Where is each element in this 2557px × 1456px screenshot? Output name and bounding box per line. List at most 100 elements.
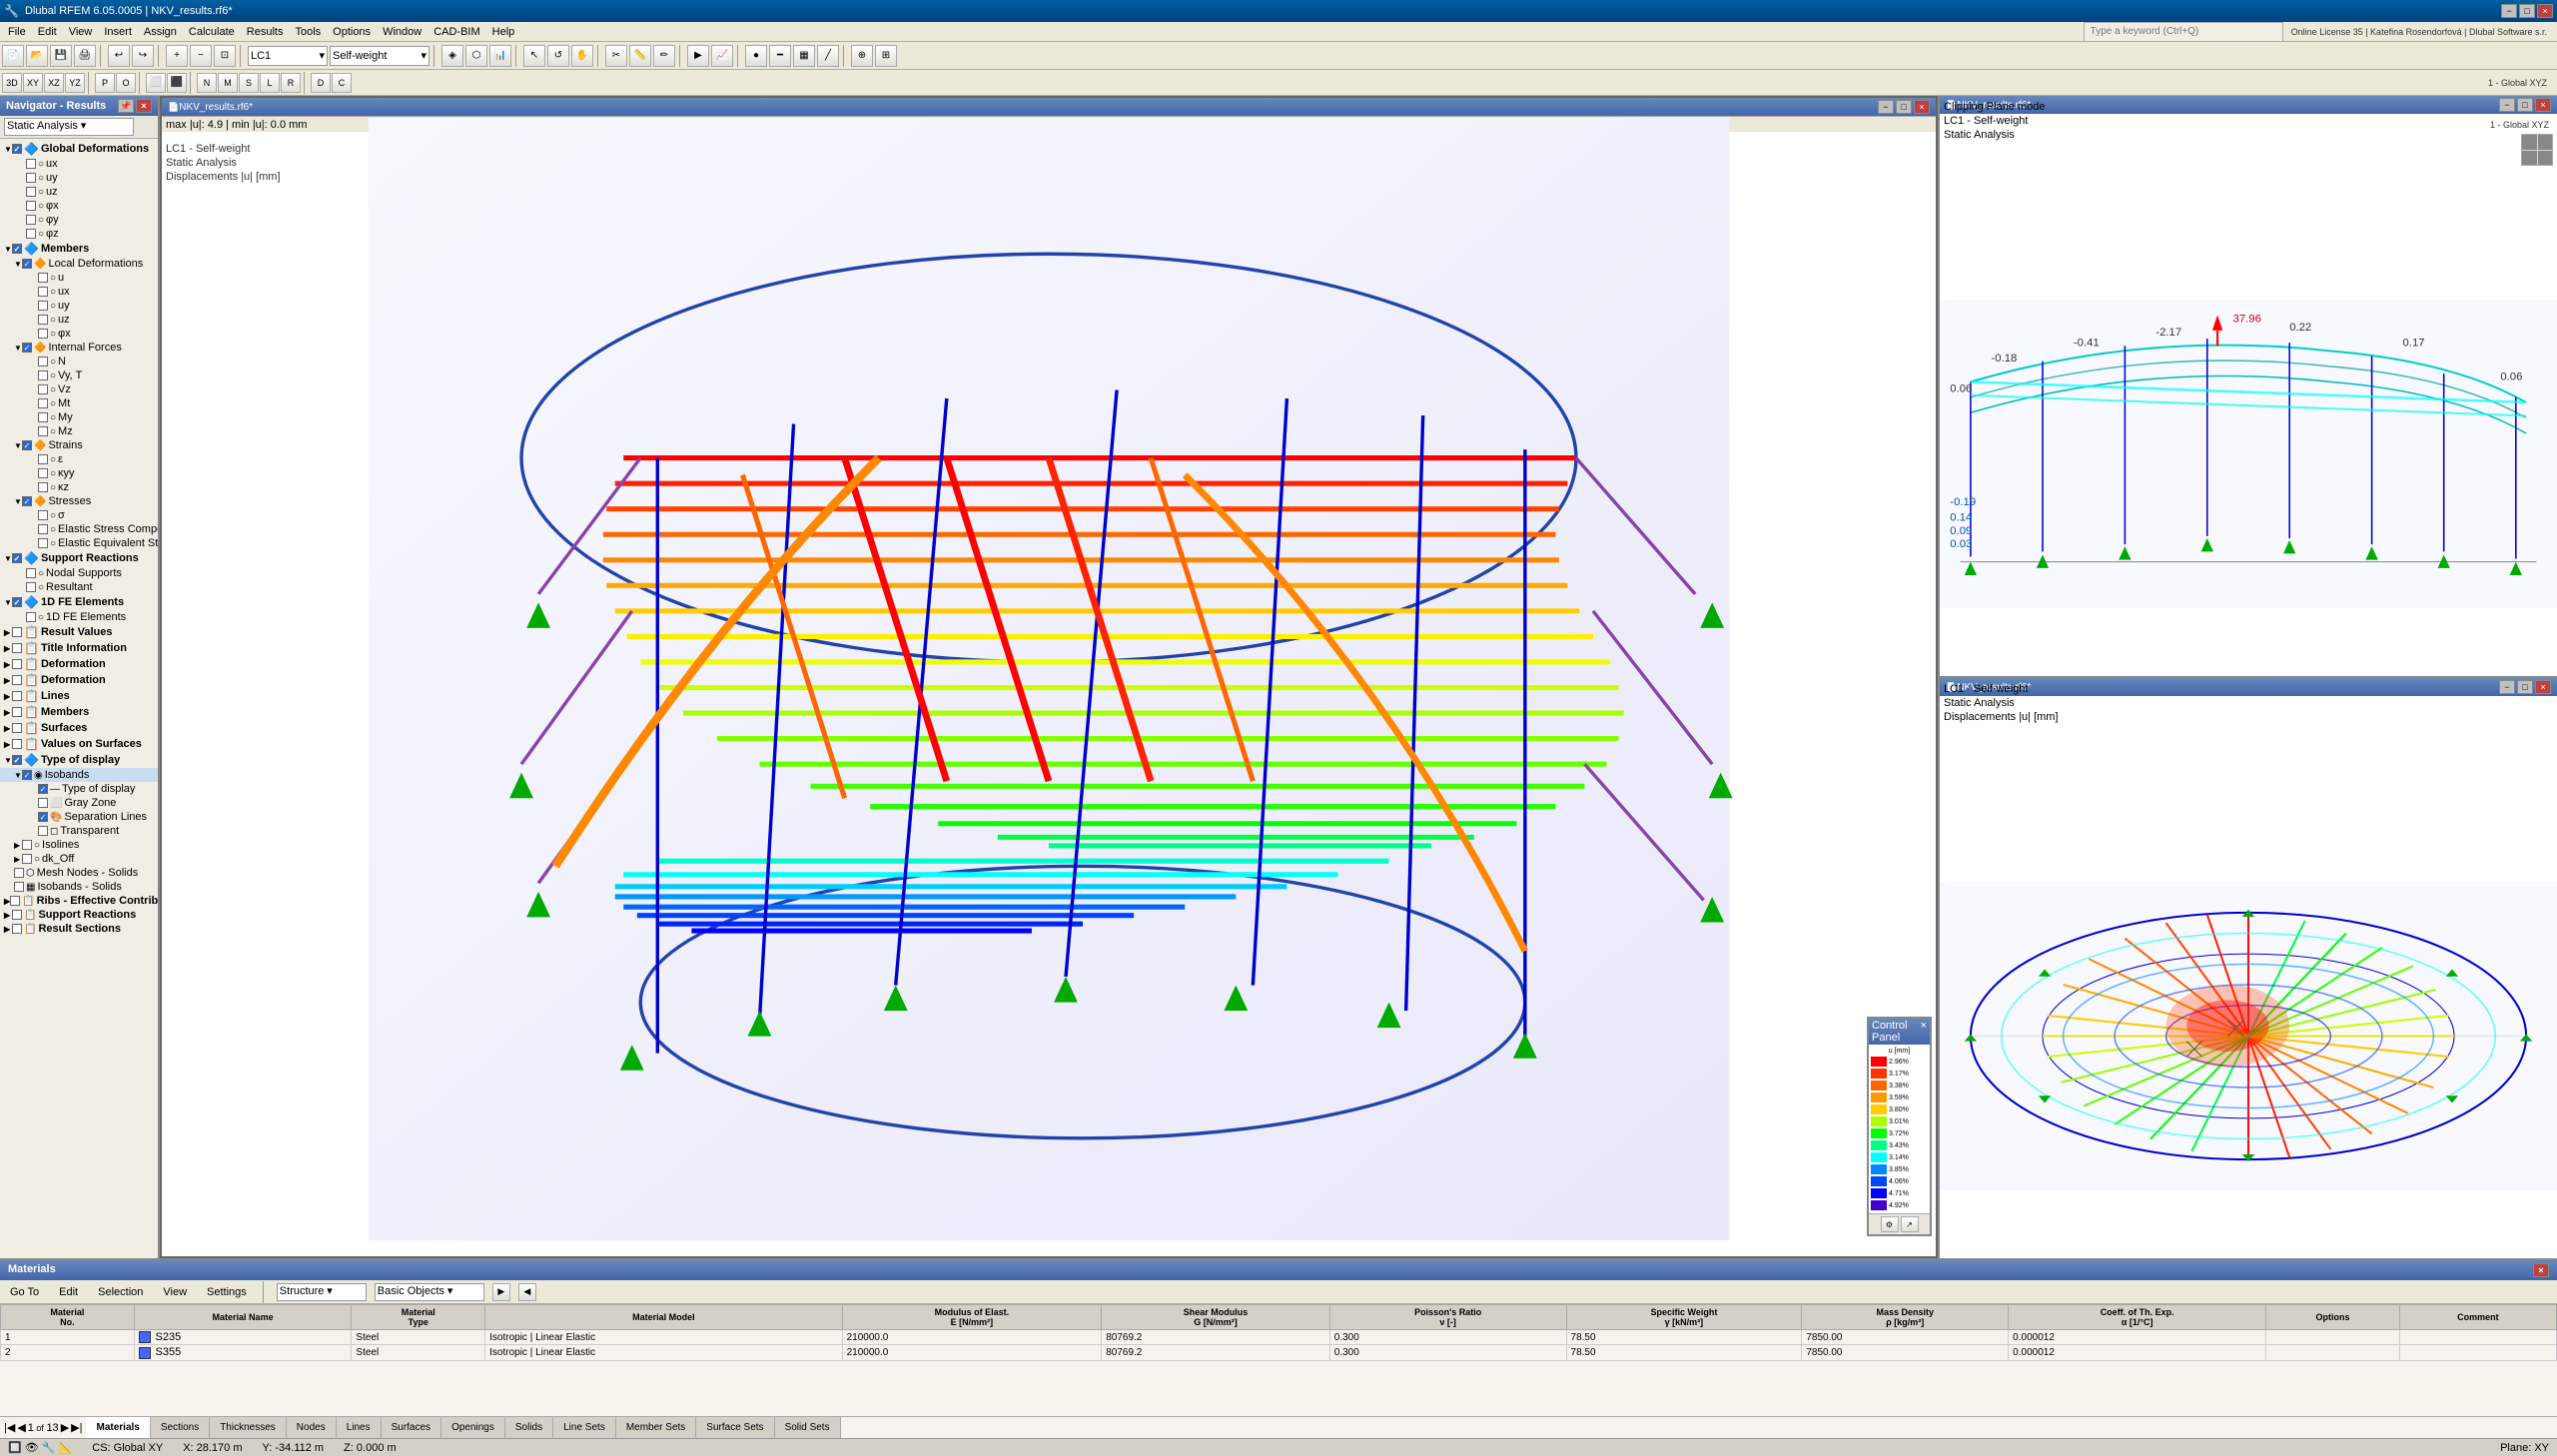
nav-checkbox[interactable] [12,910,22,920]
nav-stresses[interactable]: ▼ ✓ 🔶 Stresses [0,494,158,508]
goto-button[interactable]: Go To [4,1284,45,1300]
nav-internal-forces[interactable]: ▼ ✓ 🔶 Internal Forces [0,341,158,355]
page-nav-prev[interactable]: ◀ [17,1421,25,1434]
nav-checkbox[interactable] [38,482,48,492]
nav-result-sections[interactable]: ▶ 📋 Result Sections [0,922,158,936]
table-row[interactable]: 1 S235 Steel Isotropic | Linear Elastic … [1,1330,2557,1345]
pan-button[interactable]: ✋ [571,45,593,67]
view-yz-button[interactable]: YZ [65,73,85,93]
nav-ribs[interactable]: ▶ 📋 Ribs - Effective Contribution on Sur… [0,894,158,908]
nav-checkbox[interactable]: ✓ [38,784,48,794]
nav-checkbox[interactable]: ✓ [12,244,22,254]
nav-title-info[interactable]: ▶ 📋 Title Information [0,640,158,656]
nav-checkbox[interactable]: ✓ [22,496,32,506]
measure-button[interactable]: 📏 [629,45,651,67]
tab-member-sets[interactable]: Member Sets [616,1417,696,1438]
nav-uy[interactable]: ○ uy [0,171,158,185]
view-button[interactable]: View [157,1284,193,1300]
nav-checkbox[interactable]: ✓ [12,144,22,154]
filter-btn2[interactable]: ◀ [518,1283,536,1301]
br-close-button[interactable]: × [2535,680,2551,694]
page-nav-first[interactable]: |◀ [4,1421,15,1434]
nav-checkbox[interactable] [10,896,20,906]
node-button[interactable]: ● [745,45,767,67]
minimize-button[interactable]: − [2501,4,2517,18]
nav-pin-button[interactable]: 📌 [118,99,134,113]
nav-gray-zone[interactable]: ⬜ Gray Zone [0,796,158,810]
zoom-all-button[interactable]: ⊡ [214,45,236,67]
nav-deformation[interactable]: ▶ 📋 Deformation [0,672,158,688]
nav-checkbox[interactable] [38,538,48,548]
cp-export-button[interactable]: ↗ [1901,1216,1919,1232]
menu-window[interactable]: Window [377,24,427,40]
nav-checkbox[interactable] [38,287,48,297]
nav-checkbox[interactable] [26,173,36,183]
menu-tools[interactable]: Tools [289,24,327,40]
grid-button[interactable]: ⊞ [875,45,897,67]
menu-edit[interactable]: Edit [32,24,63,40]
nav-checkbox[interactable] [12,627,22,637]
nav-isobands[interactable]: ▼ ✓ ◉ Isobands [0,768,158,782]
nav-checkbox[interactable] [12,723,22,733]
nav-checkbox[interactable] [26,201,36,211]
nav-local-deformations[interactable]: ▼ ✓ 🔶 Local Deformations [0,257,158,271]
cp-settings-button[interactable]: ⚙ [1881,1216,1899,1232]
tr-max-button[interactable]: □ [2517,98,2533,112]
new-button[interactable]: 📄 [2,45,24,67]
control-panel[interactable]: Control Panel × u [mm] 2.96% 3.17% 3.38%… [1867,1017,1932,1236]
nav-checkbox[interactable] [38,524,48,534]
nav-values-on-surfaces[interactable]: ▶ 📋 Values on Surfaces [0,736,158,752]
load-type-dropdown[interactable]: Self-weight ▾ [330,46,429,66]
nav-checkbox[interactable] [26,568,36,578]
nav-checkbox[interactable] [38,826,48,836]
nav-checkbox[interactable] [22,840,32,850]
nav-uz[interactable]: ○ uz [0,185,158,199]
nav-phix[interactable]: ○ φx [0,199,158,213]
model-button[interactable]: ⬡ [465,45,487,67]
nav-checkbox[interactable] [12,739,22,749]
nav-checkbox[interactable] [12,675,22,685]
settings-button[interactable]: Settings [201,1284,253,1300]
tr-close-button[interactable]: × [2535,98,2551,112]
nav-checkbox[interactable] [12,924,22,934]
results-toggle-button[interactable]: 📈 [711,45,733,67]
perspective-button[interactable]: P [95,73,115,93]
nav-members[interactable]: ▼ ✓ 🔷 Members [0,241,158,257]
solid-button[interactable]: ⬛ [167,73,187,93]
nav-my[interactable]: ○ My [0,410,158,424]
tab-solids[interactable]: Solids [505,1417,553,1438]
nav-checkbox[interactable] [38,370,48,380]
nav-dk-off[interactable]: ▶ ○ dk_Off [0,852,158,866]
nav-checkbox[interactable]: ✓ [12,755,22,765]
nav-checkbox[interactable] [22,854,32,864]
top-right-viewport[interactable]: 📄 NKV_results.rf6* − □ × Clipping Plane … [1940,96,2557,678]
nav-checkbox[interactable] [12,707,22,717]
nav-checkbox[interactable] [26,187,36,197]
zoom-out-button[interactable]: − [190,45,212,67]
nav-separation-lines[interactable]: ✓ — Type of display [0,782,158,796]
basic-objects-dropdown[interactable]: Basic Objects ▾ [375,1283,484,1301]
structure-dropdown[interactable]: Structure ▾ [277,1283,367,1301]
nav-mesh-nodes-solids[interactable]: ⬡ Mesh Nodes - Solids [0,866,158,880]
maximize-button[interactable]: □ [2519,4,2535,18]
nav-checkbox[interactable] [38,454,48,464]
nav-checkbox[interactable] [38,412,48,422]
nav-checkbox[interactable]: ✓ [38,812,48,822]
nav-phiy[interactable]: ○ φy [0,213,158,227]
nav-strains[interactable]: ▼ ✓ 🔶 Strains [0,438,158,452]
nav-1dfe[interactable]: ○ 1D FE Elements [0,610,158,624]
nav-distribution-loads[interactable]: ▼ ✓ 🔷 1D FE Elements [0,594,158,610]
br-min-button[interactable]: − [2499,680,2515,694]
nav-isolines[interactable]: ▶ ○ Isolines [0,838,158,852]
viewport-grid-icon[interactable] [2521,134,2553,166]
nav-checkbox[interactable] [38,273,48,283]
nav-mz[interactable]: ○ Mz [0,424,158,438]
nav-checkbox[interactable] [14,868,24,878]
menu-options[interactable]: Options [327,24,377,40]
nav-checkbox[interactable] [38,798,48,808]
load-case-dropdown[interactable]: LC1 ▾ [248,46,328,66]
show-surfaces-button[interactable]: S [239,73,259,93]
deformed-button[interactable]: D [311,73,331,93]
nav-close-button[interactable]: × [136,99,152,113]
nav-checkbox[interactable]: ✓ [22,259,32,269]
